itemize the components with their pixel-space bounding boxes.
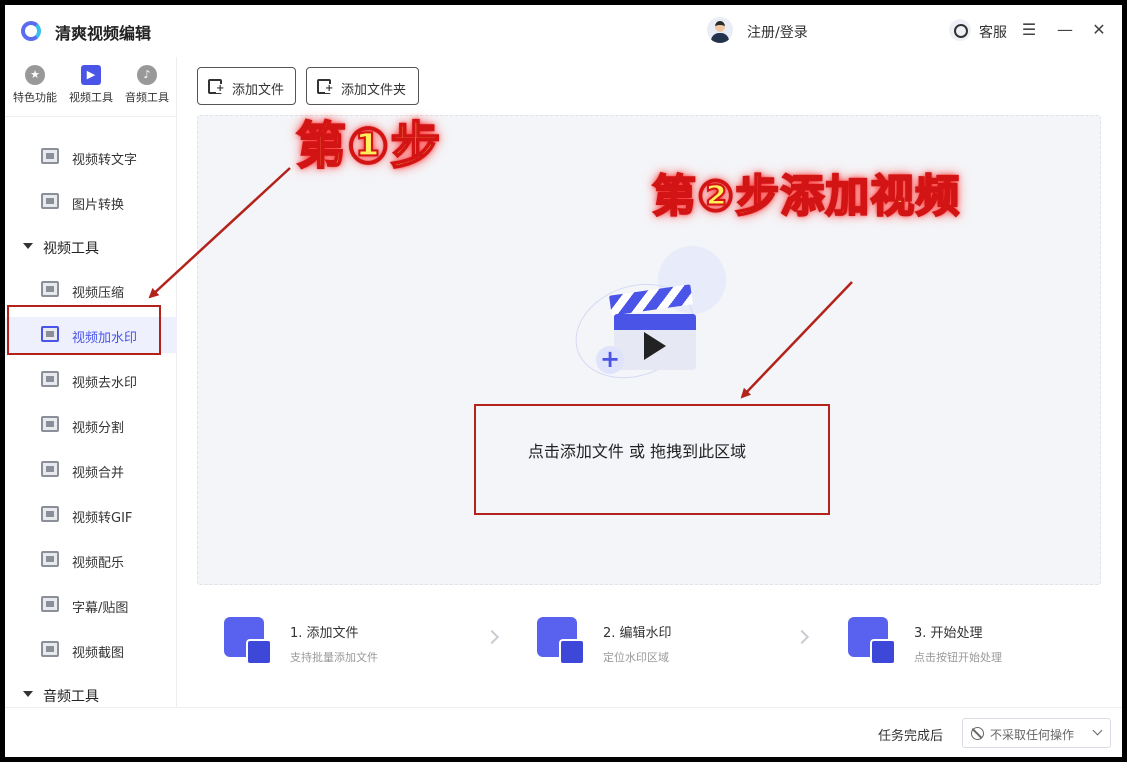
remove-watermark-icon: [41, 371, 59, 387]
annotation-box-dropzone: [474, 404, 830, 515]
screenshot-icon: [41, 641, 59, 657]
plus-icon: +: [596, 346, 624, 374]
sidebar-item-video-to-gif[interactable]: 视频转GIF: [5, 497, 177, 533]
step-title: 3. 开始处理: [914, 626, 983, 641]
sidebar-item-video-music[interactable]: 视频配乐: [5, 542, 177, 578]
sidebar-group-video-tools[interactable]: 视频工具: [21, 235, 171, 259]
tab-audio-tools[interactable]: ♪ 音频工具: [119, 63, 175, 113]
sidebar-item-video-remove-watermark[interactable]: 视频去水印: [5, 362, 177, 398]
sidebar-item-video-merge[interactable]: 视频合并: [5, 452, 177, 488]
group-label: 视频工具: [43, 241, 99, 257]
sidebar-item-label: 视频配乐: [72, 556, 125, 571]
edit-watermark-icon: [537, 617, 585, 665]
sidebar-item-label: 视频去水印: [72, 376, 138, 391]
caret-down-icon: [23, 691, 33, 697]
sidebar-item-label: 视频分割: [72, 421, 125, 436]
group-label: 音频工具: [43, 689, 99, 705]
add-folder-icon: [317, 79, 334, 94]
sidebar-item-label: 视频转文字: [72, 153, 138, 168]
customer-service-link[interactable]: 客服: [979, 22, 1007, 42]
chevron-right-icon: [794, 629, 810, 645]
menu-icon[interactable]: ☰: [1018, 19, 1040, 41]
sidebar-item-video-split[interactable]: 视频分割: [5, 407, 177, 443]
annotation-step1: 第①步: [295, 116, 442, 176]
sidebar-item-label: 视频转GIF: [72, 511, 133, 526]
split-icon: [41, 416, 59, 432]
sidebar-item-video-screenshot[interactable]: 视频截图: [5, 632, 177, 668]
annotation-box-sidebar: [7, 305, 161, 355]
step-title: 2. 编辑水印: [603, 626, 672, 641]
image-icon: [41, 193, 59, 209]
sidebar: ★ 特色功能 ▶ 视频工具 ♪ 音频工具 视频转文字 图片转换 视频工具 视频压…: [5, 57, 177, 707]
music-icon: [41, 551, 59, 567]
step-title: 1. 添加文件: [290, 626, 359, 641]
tab-label: 音频工具: [125, 91, 169, 104]
tab-featured[interactable]: ★ 特色功能: [7, 63, 63, 113]
add-file-button[interactable]: 添加文件: [197, 67, 296, 105]
after-task-select[interactable]: 不采取任何操作: [962, 718, 1111, 748]
sidebar-group-audio-tools[interactable]: 音频工具: [21, 683, 171, 707]
minimize-icon[interactable]: —: [1054, 19, 1076, 41]
add-folder-label: 添加文件夹: [341, 83, 407, 98]
music-icon: ♪: [137, 65, 157, 85]
star-icon: ★: [25, 65, 45, 85]
tab-video-tools[interactable]: ▶ 视频工具: [63, 63, 119, 113]
play-icon: [644, 332, 666, 360]
login-link[interactable]: 注册/登录: [747, 22, 808, 42]
add-file-label: 添加文件: [232, 83, 285, 98]
title-bar: 清爽视频编辑 注册/登录 客服 ☰ — ✕: [5, 5, 1122, 57]
chevron-down-icon: [1092, 725, 1103, 736]
caret-down-icon: [23, 243, 33, 249]
sidebar-item-image-convert[interactable]: 图片转换: [5, 184, 177, 220]
tab-label: 特色功能: [13, 91, 57, 104]
step-desc: 点击按钮开始处理: [914, 651, 1002, 664]
gif-icon: [41, 506, 59, 522]
customer-service-icon[interactable]: [949, 19, 971, 41]
process-icon: [848, 617, 896, 665]
after-task-value: 不采取任何操作: [990, 728, 1075, 742]
step-desc: 支持批量添加文件: [290, 651, 378, 664]
sidebar-item-label: 图片转换: [72, 198, 125, 213]
subtitle-icon: [41, 596, 59, 612]
app-title: 清爽视频编辑: [55, 24, 152, 43]
sidebar-item-label: 视频截图: [72, 646, 125, 661]
close-icon[interactable]: ✕: [1088, 19, 1110, 41]
sidebar-item-video-to-text[interactable]: 视频转文字: [5, 139, 177, 175]
app-logo-icon: [21, 21, 41, 41]
video-icon: ▶: [81, 65, 101, 85]
merge-icon: [41, 461, 59, 477]
add-file-icon: [224, 617, 272, 665]
compress-icon: [41, 281, 59, 297]
status-bar: 任务完成后 不采取任何操作: [5, 707, 1122, 757]
app-window: 清爽视频编辑 注册/登录 客服 ☰ — ✕ ★ 特色功能 ▶ 视频工具 ♪ 音频…: [5, 5, 1122, 757]
add-file-icon: [208, 79, 225, 94]
avatar[interactable]: [707, 17, 733, 43]
sidebar-item-subtitle-sticker[interactable]: 字幕/贴图: [5, 587, 177, 623]
sidebar-item-label: 视频压缩: [72, 286, 125, 301]
sidebar-item-label: 视频合并: [72, 466, 125, 481]
add-folder-button[interactable]: 添加文件夹: [306, 67, 419, 105]
chevron-right-icon: [484, 629, 500, 645]
step-desc: 定位水印区域: [603, 651, 669, 664]
sidebar-item-label: 字幕/贴图: [72, 601, 129, 616]
sidebar-item-video-compress[interactable]: 视频压缩: [5, 272, 177, 308]
annotation-step2: 第②步添加视频: [651, 170, 961, 223]
after-task-label: 任务完成后: [878, 729, 944, 744]
tab-label: 视频工具: [69, 91, 113, 104]
video-text-icon: [41, 148, 59, 164]
clapperboard-icon[interactable]: +: [562, 236, 738, 395]
sidebar-tabs: ★ 特色功能 ▶ 视频工具 ♪ 音频工具: [5, 57, 177, 117]
no-action-icon: [971, 727, 984, 740]
